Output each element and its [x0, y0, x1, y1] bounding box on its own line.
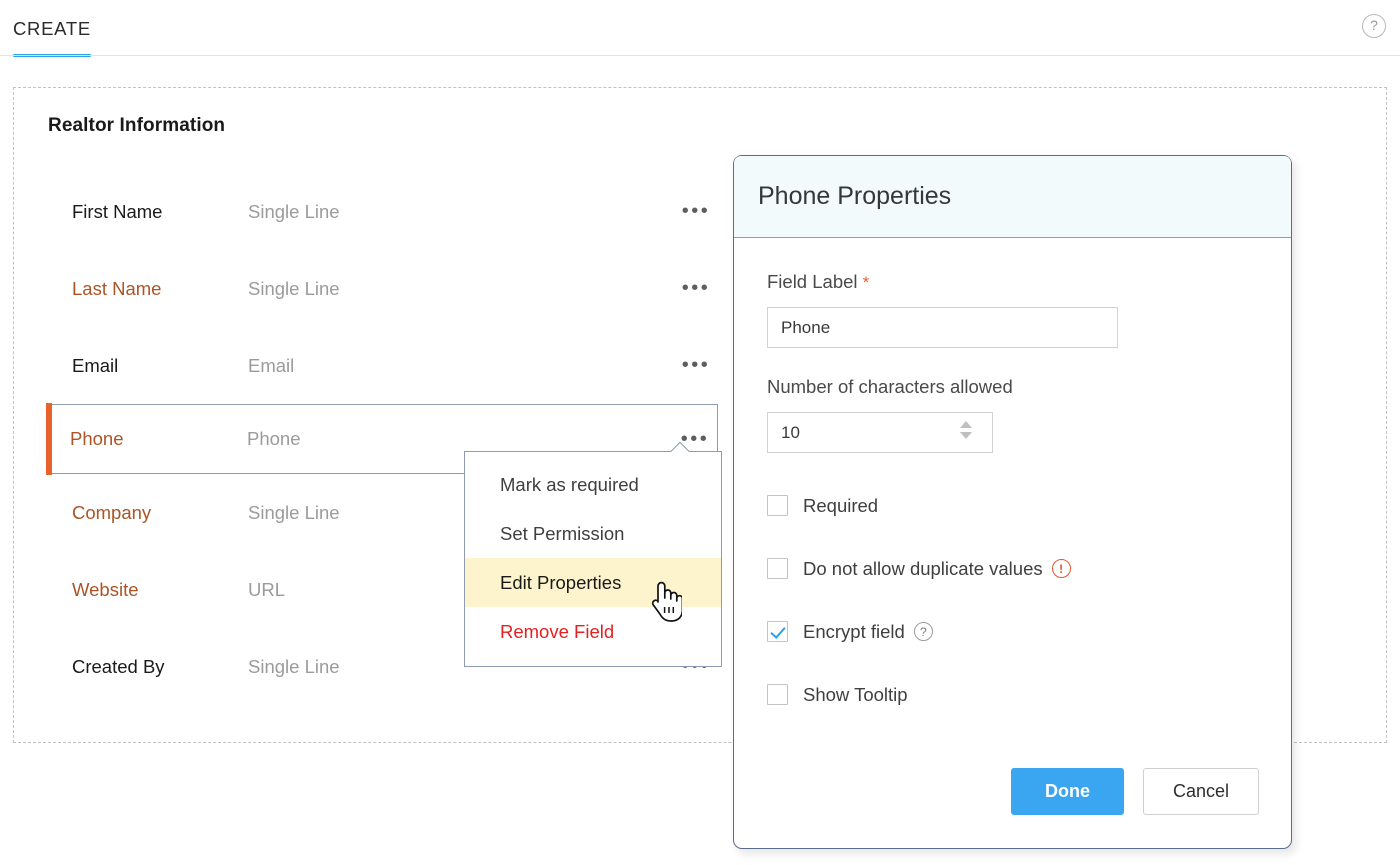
menu-item-edit-properties[interactable]: Edit Properties	[465, 558, 721, 607]
field-type: Single Line	[248, 277, 340, 299]
context-menu-arrow-icon	[670, 441, 690, 452]
tab-create-label: CREATE	[13, 18, 91, 39]
warning-circle-icon[interactable]: !	[1051, 559, 1071, 578]
field-type: Phone	[247, 428, 301, 449]
field-context-menu: Mark as required Set Permission Edit Pro…	[464, 451, 722, 667]
option-label: Show Tooltip	[803, 683, 908, 705]
field-row-email[interactable]: Email Email •••	[48, 327, 718, 404]
menu-item-mark-as-required[interactable]: Mark as required	[465, 460, 721, 509]
ellipsis-icon[interactable]: •••	[678, 200, 718, 223]
field-type: Single Line	[248, 200, 340, 222]
checkbox-encrypt-field[interactable]	[767, 621, 788, 642]
field-label-caption-text: Field Label	[767, 271, 858, 292]
field-label: Last Name	[72, 277, 162, 299]
dialog-header: Phone Properties	[734, 156, 1291, 238]
page-title: Realtor Information	[48, 115, 226, 136]
checkbox-required[interactable]	[767, 495, 788, 516]
menu-item-remove-field[interactable]: Remove Field	[465, 607, 721, 656]
field-label: Phone	[70, 428, 124, 449]
top-bar-divider	[0, 55, 1400, 56]
top-bar: CREATE ?	[0, 0, 1400, 57]
char-limit-stepper	[767, 412, 993, 453]
stepper-arrows-icon[interactable]	[959, 421, 973, 445]
field-label: Website	[72, 578, 139, 600]
option-row-required[interactable]: Required	[767, 474, 1258, 537]
field-row-last-name[interactable]: Last Name Single Line •••	[48, 250, 718, 327]
dialog-body: Field Label * Number of characters allow…	[734, 238, 1291, 768]
phone-properties-dialog: Phone Properties Field Label * Number of…	[733, 155, 1292, 849]
question-mark-circle-icon[interactable]: ?	[1362, 14, 1386, 38]
field-label-caption: Field Label *	[767, 271, 1258, 293]
dialog-actions: Done Cancel	[1011, 768, 1259, 815]
field-label: Email	[72, 354, 119, 376]
ellipsis-icon[interactable]: •••	[678, 277, 718, 300]
help-circle-icon[interactable]: ?	[913, 622, 933, 641]
checkbox-show-tooltip[interactable]	[767, 684, 788, 705]
app-root: CREATE ? Realtor Information First Name …	[0, 0, 1400, 865]
menu-item-set-permission[interactable]: Set Permission	[465, 509, 721, 558]
field-label-input[interactable]	[767, 307, 1118, 348]
field-label: Created By	[72, 655, 165, 677]
option-row-show-tooltip[interactable]: Show Tooltip	[767, 663, 1258, 726]
checkbox-no-duplicates[interactable]	[767, 558, 788, 579]
dialog-title: Phone Properties	[758, 182, 952, 210]
option-label: Do not allow duplicate values	[803, 557, 1043, 579]
tab-strip: CREATE	[0, 0, 91, 57]
done-button[interactable]: Done	[1011, 768, 1124, 815]
char-limit-caption: Number of characters allowed	[767, 376, 1013, 397]
ellipsis-icon[interactable]: •••	[678, 354, 718, 377]
option-label: Required	[803, 494, 879, 516]
field-label: First Name	[72, 200, 163, 222]
option-row-no-duplicates[interactable]: Do not allow duplicate values !	[767, 537, 1258, 600]
option-row-encrypt-field[interactable]: Encrypt field ?	[767, 600, 1258, 663]
selected-field-marker	[46, 403, 52, 475]
field-label: Company	[72, 501, 152, 523]
field-row-first-name[interactable]: First Name Single Line •••	[48, 173, 718, 250]
tab-create[interactable]: CREATE	[13, 18, 91, 57]
option-label: Encrypt field	[803, 620, 905, 642]
field-type: Email	[248, 354, 295, 376]
required-asterisk-icon: *	[862, 273, 870, 292]
cancel-button[interactable]: Cancel	[1143, 768, 1259, 815]
